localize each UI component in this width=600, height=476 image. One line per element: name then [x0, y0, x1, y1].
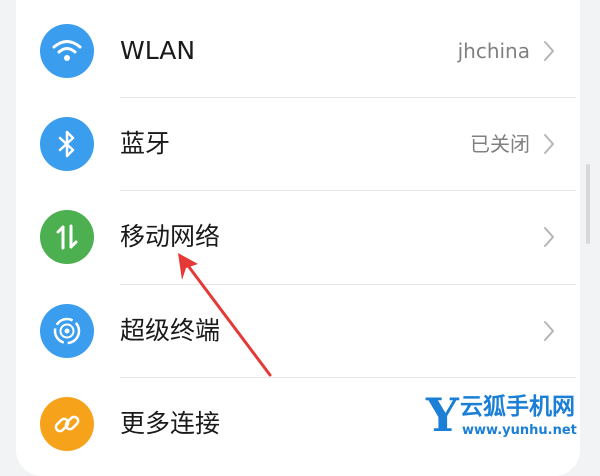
settings-item-label: 移动网络: [120, 222, 221, 251]
chevron-right-icon: [544, 227, 554, 247]
settings-item-value: 已关闭: [470, 132, 530, 156]
super-device-icon: [40, 304, 94, 358]
settings-item-label: WLAN: [120, 36, 196, 65]
scrollbar[interactable]: [586, 164, 590, 244]
bluetooth-icon: [40, 117, 94, 171]
chevron-right-icon: [544, 134, 554, 154]
watermark-logo: Y 云狐手机网 www.yunhu.net: [420, 388, 600, 448]
settings-item-label: 更多连接: [120, 409, 221, 438]
settings-item-value: jhchina: [457, 39, 530, 63]
wifi-icon: [40, 24, 94, 78]
chevron-right-icon: [544, 41, 554, 61]
settings-item-super-device[interactable]: 超级终端: [16, 285, 580, 378]
watermark-letter: Y: [426, 388, 459, 442]
watermark-url: www.yunhu.net: [462, 423, 577, 438]
link-icon: [40, 397, 94, 451]
watermark-name: 云狐手机网: [460, 394, 575, 420]
settings-item-label: 蓝牙: [120, 129, 171, 158]
settings-item-wlan[interactable]: WLAN jhchina: [16, 5, 580, 98]
settings-item-bluetooth[interactable]: 蓝牙 已关闭: [16, 98, 580, 191]
mobile-data-icon: [40, 210, 94, 264]
chevron-right-icon: [544, 321, 554, 341]
settings-item-mobile-network[interactable]: 移动网络: [16, 191, 580, 284]
settings-item-label: 超级终端: [120, 316, 221, 345]
